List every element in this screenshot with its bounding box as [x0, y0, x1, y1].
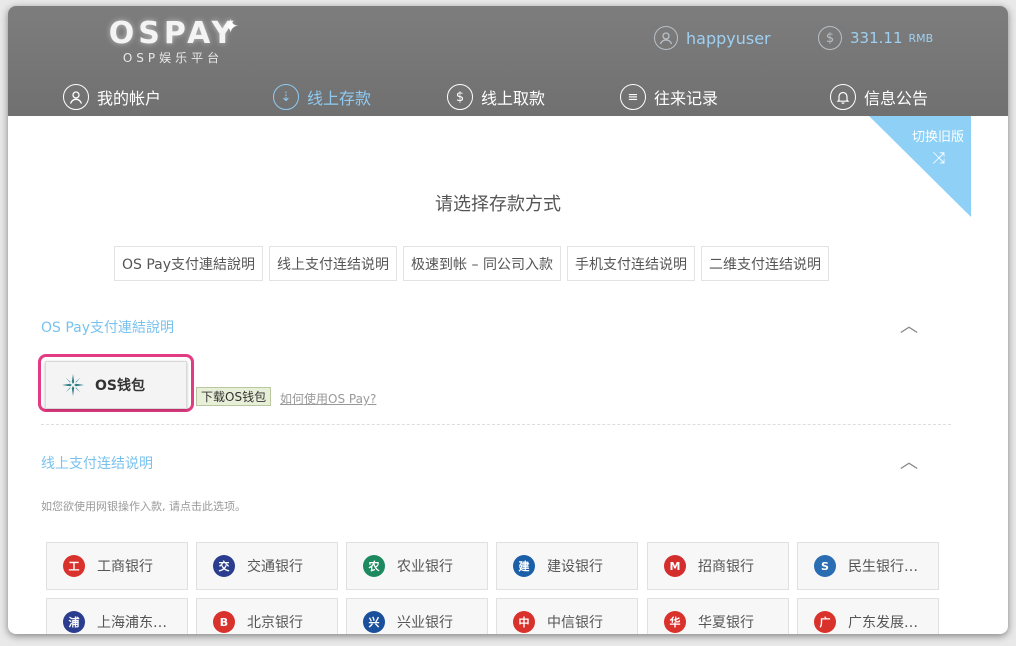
bank-name: 农业银行 [397, 559, 453, 575]
person-icon [63, 84, 89, 110]
online-payment-hint: 如您欲使用网银操作入款, 请点击此选项。 [41, 500, 246, 513]
nav-label: 信息公告 [864, 89, 929, 108]
tab-mobile-payment[interactable]: 手机支付连结说明 [566, 246, 695, 281]
bank-name: 建设银行 [547, 559, 603, 575]
page-title: 请选择存款方式 [435, 194, 561, 215]
nav-label: 线上取款 [481, 89, 546, 108]
dollar-icon: $ [818, 26, 842, 50]
os-wallet-icon [61, 373, 85, 397]
bank-button[interactable]: 华华夏银行 [647, 598, 789, 634]
bank-logo-icon: S [814, 555, 836, 577]
section-title-ospay: OS Pay支付連結說明 [41, 320, 175, 336]
bank-button[interactable]: 农农业银行 [346, 542, 488, 590]
nav-label: 线上存款 [307, 89, 372, 108]
balance-amount: 331.11 [850, 29, 903, 47]
bank-button[interactable]: 兴兴业银行 [346, 598, 488, 634]
balance-info: $ 331.11 RMB [818, 25, 933, 51]
bank-logo-icon: 华 [664, 611, 686, 633]
bank-logo-icon: 工 [63, 555, 85, 577]
os-wallet-button[interactable]: OS钱包 [45, 361, 187, 409]
nav-item-announcements[interactable]: 信息公告 [830, 78, 928, 116]
main-nav: 我的帐户 ⇣ 线上存款 $ 线上取款 ≡ 往来记录 信息公告 [8, 78, 1008, 116]
bank-name: 华夏银行 [698, 615, 754, 631]
bank-name: 招商银行 [698, 559, 754, 575]
balance-currency: RMB [908, 31, 934, 45]
chevron-up-icon[interactable]: ︿ [900, 448, 918, 474]
nav-item-online-deposit[interactable]: ⇣ 线上存款 [273, 78, 371, 116]
tab-ospay[interactable]: OS Pay支付連結說明 [114, 246, 264, 281]
bank-name: 民生银行… [848, 559, 918, 575]
bank-button[interactable]: 浦上海浦东… [46, 598, 188, 634]
username: happyuser [686, 28, 771, 48]
nav-label: 往来记录 [654, 89, 719, 108]
bell-icon [830, 84, 856, 110]
bank-button[interactable]: S 民生银行… [797, 542, 939, 590]
bank-button[interactable]: 广广东发展… [797, 598, 939, 634]
bank-logo-icon: 建 [513, 555, 535, 577]
app-window: OSPAY OSP娱乐平台 ✦ happyuser $ 331.11 RMB 我… [8, 6, 1008, 634]
shuffle-icon[interactable]: ⤨ [926, 148, 952, 168]
bank-logo-icon: 交 [213, 555, 235, 577]
bank-name: 兴业银行 [397, 615, 453, 631]
deposit-method-tabs: OS Pay支付連結說明 线上支付连结说明 极速到帐 – 同公司入款 手机支付连… [114, 246, 835, 281]
bank-name: 工商银行 [97, 559, 153, 575]
bank-logo-icon: 广 [814, 611, 836, 633]
bank-logo-icon: M [664, 555, 686, 577]
bank-button[interactable]: 中中信银行 [496, 598, 638, 634]
bank-logo-icon: B [213, 611, 235, 633]
bank-button[interactable]: B 北京银行 [196, 598, 338, 634]
withdraw-icon: $ [447, 84, 473, 110]
bank-name: 上海浦东… [97, 615, 167, 631]
bank-logo-icon: 浦 [63, 611, 85, 633]
tab-online-payment[interactable]: 线上支付连结说明 [269, 246, 398, 281]
bank-name: 中信银行 [547, 615, 603, 631]
deposit-icon: ⇣ [273, 84, 299, 110]
user-icon [654, 26, 678, 50]
top-bar: OSPAY OSP娱乐平台 ✦ happyuser $ 331.11 RMB 我… [8, 6, 1008, 116]
bank-button[interactable]: 交交通银行 [196, 542, 338, 590]
sparkle-icon: ✦ [222, 14, 239, 38]
bank-logo-icon: 兴 [363, 611, 385, 633]
logo[interactable]: OSPAY OSP娱乐平台 ✦ [103, 14, 243, 66]
bank-name: 广东发展… [848, 615, 918, 631]
bank-button[interactable]: 工工商银行 [46, 542, 188, 590]
bank-name: 交通银行 [247, 559, 303, 575]
nav-item-records[interactable]: ≡ 往来记录 [620, 78, 718, 116]
bank-button[interactable]: 建建设银行 [496, 542, 638, 590]
nav-label: 我的帐户 [97, 89, 162, 108]
logo-sub-text: OSP娱乐平台 [122, 51, 224, 65]
section-divider [41, 424, 951, 425]
nav-item-account[interactable]: 我的帐户 [63, 78, 161, 116]
nav-item-online-withdraw[interactable]: $ 线上取款 [447, 78, 545, 116]
chevron-up-icon[interactable]: ︿ [900, 312, 918, 338]
section-title-online-payment: 线上支付连结说明 [41, 456, 153, 472]
tab-fast-deposit[interactable]: 极速到帐 – 同公司入款 [403, 246, 561, 281]
bank-name: 北京银行 [247, 615, 303, 631]
bank-logo-icon: 中 [513, 611, 535, 633]
records-icon: ≡ [620, 84, 646, 110]
download-wallet-button[interactable]: 下载OS钱包 [196, 387, 272, 406]
bank-button[interactable]: M 招商银行 [647, 542, 789, 590]
tab-qr-payment[interactable]: 二维支付连结说明 [700, 246, 829, 281]
switch-old-version-label[interactable]: 切换旧版 [903, 126, 973, 145]
os-wallet-label: OS钱包 [95, 378, 145, 394]
how-to-use-link[interactable]: 如何使用OS Pay? [280, 390, 376, 407]
user-info[interactable]: happyuser [654, 25, 771, 51]
bank-logo-icon: 农 [363, 555, 385, 577]
